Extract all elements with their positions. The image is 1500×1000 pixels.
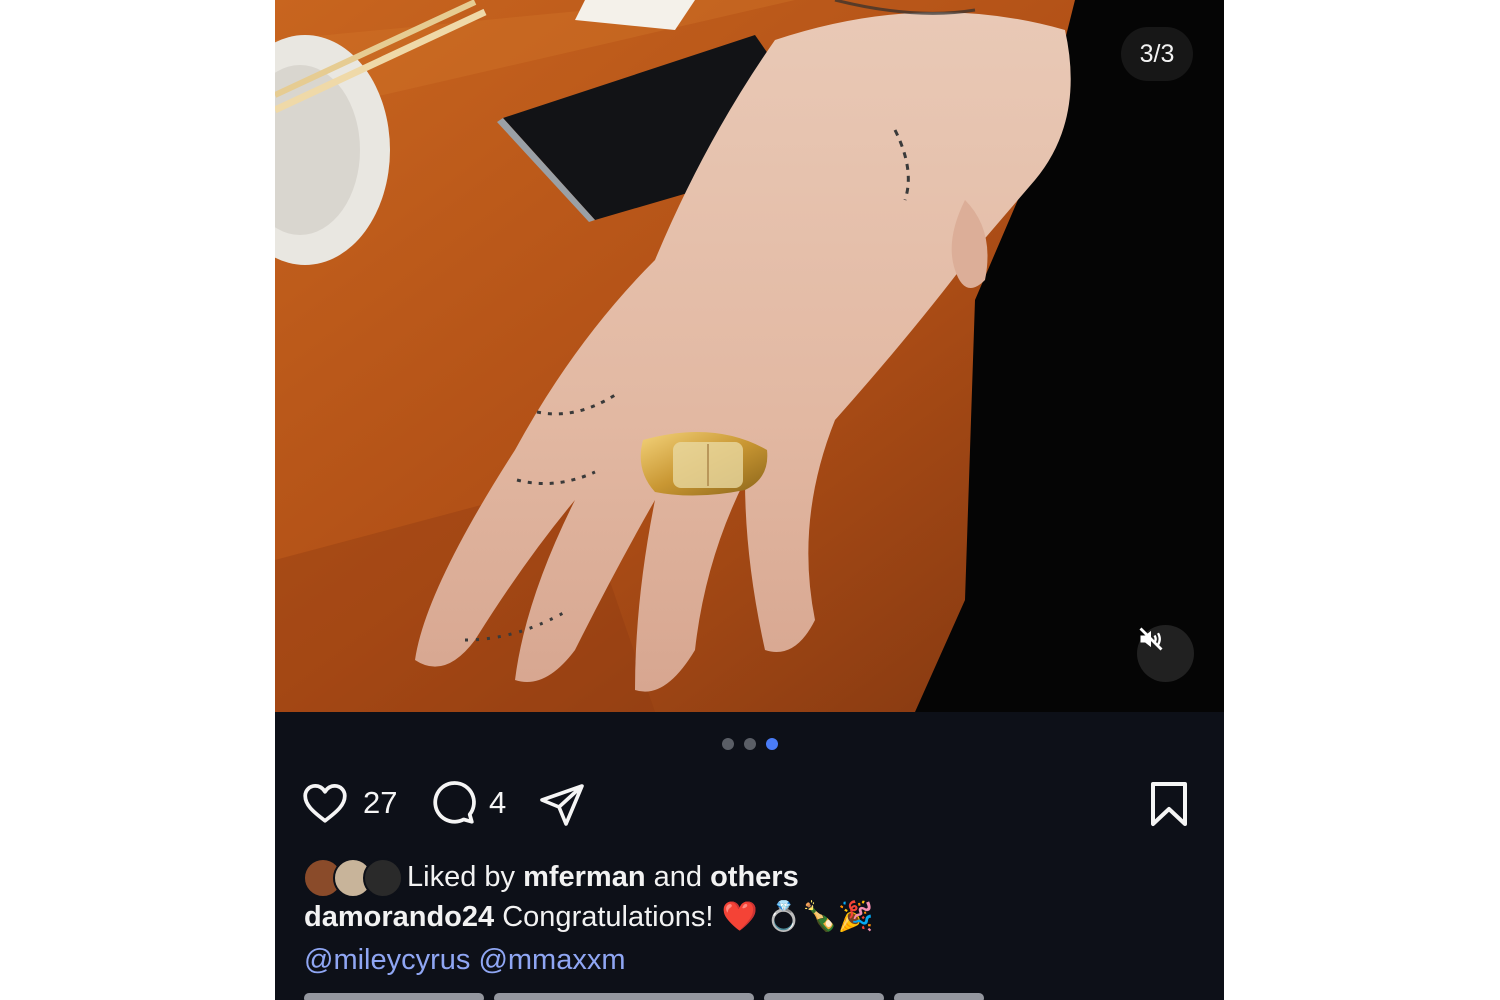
save-button[interactable]	[1147, 780, 1191, 828]
comments-count[interactable]: 4	[489, 785, 506, 821]
post-caption: damorando24 Congratulations! ❤️ 💍🍾🎉	[304, 900, 874, 934]
ring-hand-photo	[275, 0, 1224, 712]
paper-plane-icon	[540, 784, 584, 826]
carousel-dot[interactable]	[721, 738, 734, 750]
instagram-post: 3/3 27 4 Liked by mferman and others dam…	[275, 0, 1224, 1000]
liked-by-user[interactable]: mferman	[523, 861, 646, 893]
liked-by-prefix: Liked by	[407, 860, 516, 893]
caption-text: Congratulations! ❤️ 💍🍾🎉	[502, 901, 874, 933]
liked-by-text: Liked by mferman and others	[407, 861, 799, 894]
liker-avatars	[303, 857, 403, 898]
action-bar: 27 4	[299, 778, 1199, 832]
heart-icon	[303, 784, 347, 823]
liked-by-others[interactable]: others	[710, 861, 799, 893]
carousel-indicator	[275, 738, 1224, 750]
liked-by-joiner: and	[653, 860, 703, 893]
carousel-counter: 3/3	[1121, 27, 1193, 81]
bookmark-icon	[1151, 782, 1187, 826]
liked-by-row[interactable]: Liked by mferman and others	[303, 855, 799, 899]
post-photo[interactable]: 3/3	[275, 0, 1224, 712]
comment-button[interactable]: 4	[427, 778, 506, 828]
mute-button[interactable]	[1137, 625, 1194, 682]
carousel-dot[interactable]	[743, 738, 756, 750]
caption-mentions[interactable]: @mileycyrus @mmaxxm	[304, 944, 626, 977]
speech-bubble-icon	[433, 781, 476, 824]
caption-username[interactable]: damorando24	[304, 901, 494, 933]
speaker-muted-icon	[1139, 627, 1163, 651]
carousel-dot-active[interactable]	[765, 738, 778, 750]
avatar	[363, 858, 403, 898]
share-button[interactable]	[537, 780, 587, 828]
likes-count[interactable]: 27	[363, 785, 397, 821]
like-button[interactable]: 27	[299, 778, 397, 828]
clipped-comment-line	[304, 990, 1064, 1000]
